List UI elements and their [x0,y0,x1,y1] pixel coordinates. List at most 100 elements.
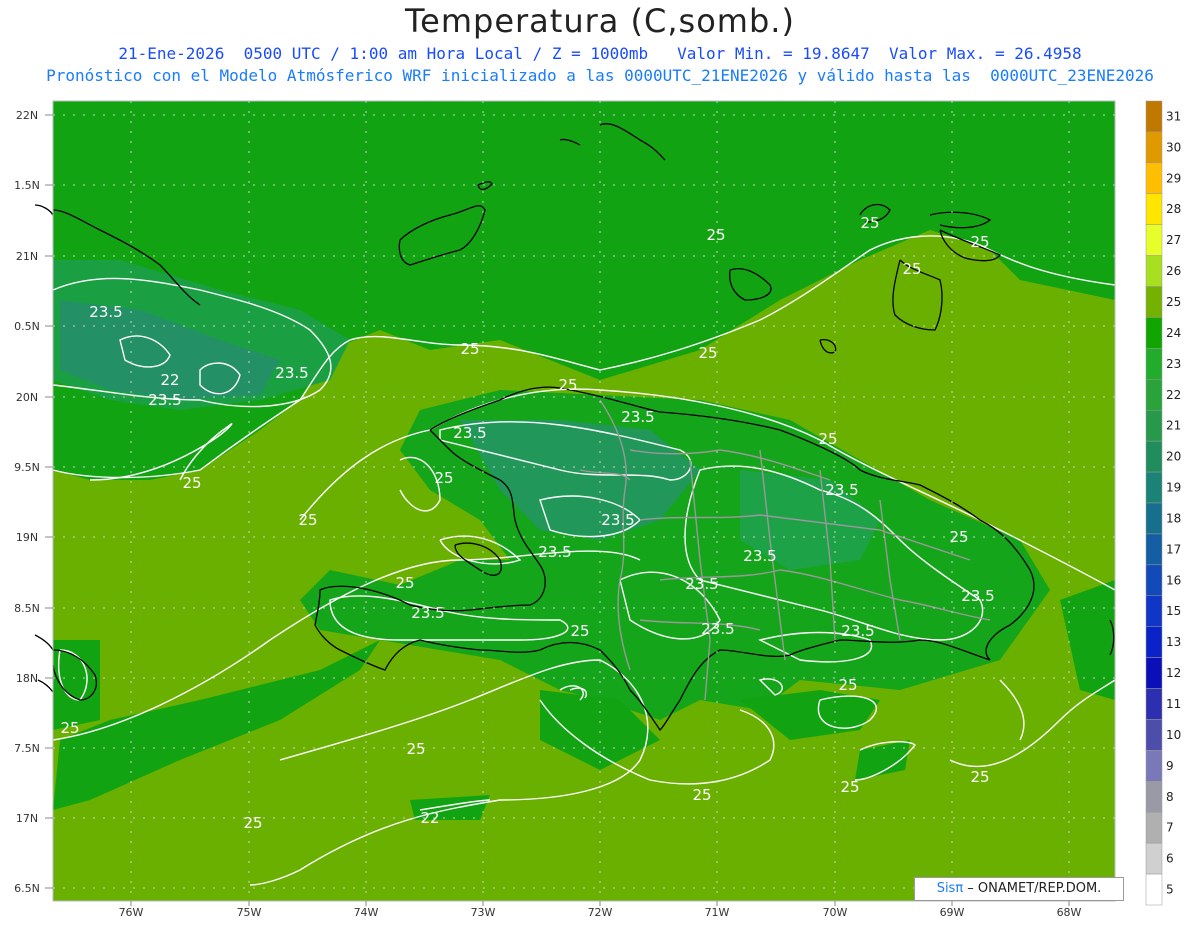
contour-label-4: 25 [460,340,479,358]
colorbar-label-18: 12 [1166,666,1181,680]
contour-label-30: 23.5 [685,575,718,593]
colorbar-swatch [1145,379,1163,411]
colorbar-swatch [1145,595,1163,627]
lat-label-2: 21N [16,250,38,263]
contour-label-34: 23.5 [841,622,874,640]
colorbar-label-14: 17 [1166,542,1181,556]
colorbar-swatch [1145,440,1163,473]
contour-label-14: 25 [60,719,79,737]
lon-label-2: 74W [354,906,379,919]
colorbar-swatch [1145,811,1163,844]
colorbar-label-21: 9 [1166,759,1174,773]
lon-label-3: 73W [471,906,496,919]
colorbar-label-3: 28 [1166,202,1181,216]
lat-label-10: 17N [16,812,38,825]
colorbar-label-15: 16 [1166,573,1181,587]
colorbar-swatch [1145,842,1163,875]
contour-label-16: 25 [406,740,425,758]
contour-label-35: 22 [420,809,439,827]
contour-label-6: 25 [558,376,577,394]
lon-label-7: 69W [940,906,965,919]
lat-label-5: 9.5N [14,461,40,474]
colorbar-swatch [1145,255,1163,287]
lat-label-11: 6.5N [14,882,40,895]
contour-label-15: 25 [838,676,857,694]
colorbar-label-17: 13 [1166,635,1181,649]
contour-label-2: 25 [970,233,989,251]
contour-label-36: 22 [160,371,179,389]
colorbar-label-20: 10 [1166,728,1181,742]
map-fill [53,101,1115,901]
colorbar-label-25: 5 [1166,883,1174,897]
contour-label-1: 25 [860,214,879,232]
colorbar-swatch [1145,193,1163,225]
credit-text: – ONAMET/REP.DOM. [963,881,1102,896]
contour-label-12: 25 [395,574,414,592]
contour-label-10: 25 [298,511,317,529]
credit-brand: Sisπ [936,881,964,896]
colorbar-swatch [1145,873,1163,906]
contour-label-19: 25 [840,778,859,796]
contour-label-22: 23.5 [275,364,308,382]
lat-label-6: 19N [16,531,38,544]
lon-label-5: 71W [705,906,730,919]
colorbar-label-6: 25 [1166,295,1181,309]
contour-label-27: 23.5 [601,511,634,529]
contour-label-23: 23.5 [148,391,181,409]
colorbar-label-4: 27 [1166,233,1181,247]
colorbar-label-2: 29 [1166,171,1181,185]
colorbar-label-0: 31 [1166,109,1181,123]
latitude-axis: 22N 1.5N 21N 0.5N 20N 9.5N 19N 8.5N 18N 7.5N 17N 6.… [14,109,53,895]
colorbar-label-19: 11 [1166,697,1181,711]
contour-label-13: 25 [570,622,589,640]
contour-label-28: 23.5 [538,543,571,561]
lon-label-4: 72W [588,906,613,919]
contour-label-8: 25 [182,474,201,492]
lon-label-6: 70W [823,906,848,919]
colorbar-label-7: 24 [1166,326,1181,340]
colorbar-label-1: 30 [1166,140,1181,154]
contour-label-24: 23.5 [621,408,654,426]
contour-label-32: 23.5 [961,587,994,605]
lat-label-8: 18N [16,672,38,685]
colorbar-swatch [1145,564,1163,597]
colorbar-swatch [1145,502,1163,535]
colorbar-swatch [1145,409,1163,442]
colorbar-swatch [1145,348,1163,380]
colorbar-swatch [1145,781,1163,813]
colorbar-swatch [1145,162,1163,195]
colorbar-label-8: 23 [1166,357,1181,371]
colorbar-label-13: 18 [1166,511,1181,525]
colorbar: 31 30 29 28 27 26 25 24 23 22 21 20 19 18 17 16 15 13 12 11… [1145,100,1181,906]
colorbar-label-22: 8 [1166,790,1174,804]
lat-label-0: 22N [16,109,38,122]
colorbar-label-9: 22 [1166,388,1181,402]
colorbar-label-10: 21 [1166,419,1181,433]
contour-label-29: 23.5 [743,547,776,565]
colorbar-swatch [1145,533,1163,566]
contour-label-11: 25 [949,528,968,546]
colorbar-swatch [1145,657,1163,689]
lon-label-1: 75W [237,906,262,919]
contour-label-17: 25 [692,786,711,804]
temperature-map: 25 25 25 25 25 25 25 25 25 25 25 25 25 25 25 25 25 25 25 25… [14,100,1181,919]
lat-label-3: 0.5N [14,320,40,333]
colorbar-swatch [1145,471,1163,504]
colorbar-swatch [1145,286,1163,318]
colorbar-swatch [1145,100,1163,133]
colorbar-label-12: 19 [1166,481,1181,495]
contour-label-7: 25 [818,430,837,448]
colorbar-label-23: 7 [1166,821,1174,835]
contour-label-0: 25 [706,226,725,244]
contour-label-9: 25 [434,469,453,487]
credit-box: Sisπ – ONAMET/REP.DOM. [914,877,1124,901]
longitude-axis: 76W 75W 74W 73W 72W 71W 70W 69W 68W [119,901,1082,919]
contour-label-33: 23.5 [701,620,734,638]
colorbar-swatch [1145,626,1163,658]
contour-label-20: 25 [243,814,262,832]
contour-label-26: 23.5 [825,481,858,499]
lat-label-4: 20N [16,391,38,404]
colorbar-label-16: 15 [1166,604,1181,618]
colorbar-swatch [1145,317,1163,349]
colorbar-swatch [1145,224,1163,256]
